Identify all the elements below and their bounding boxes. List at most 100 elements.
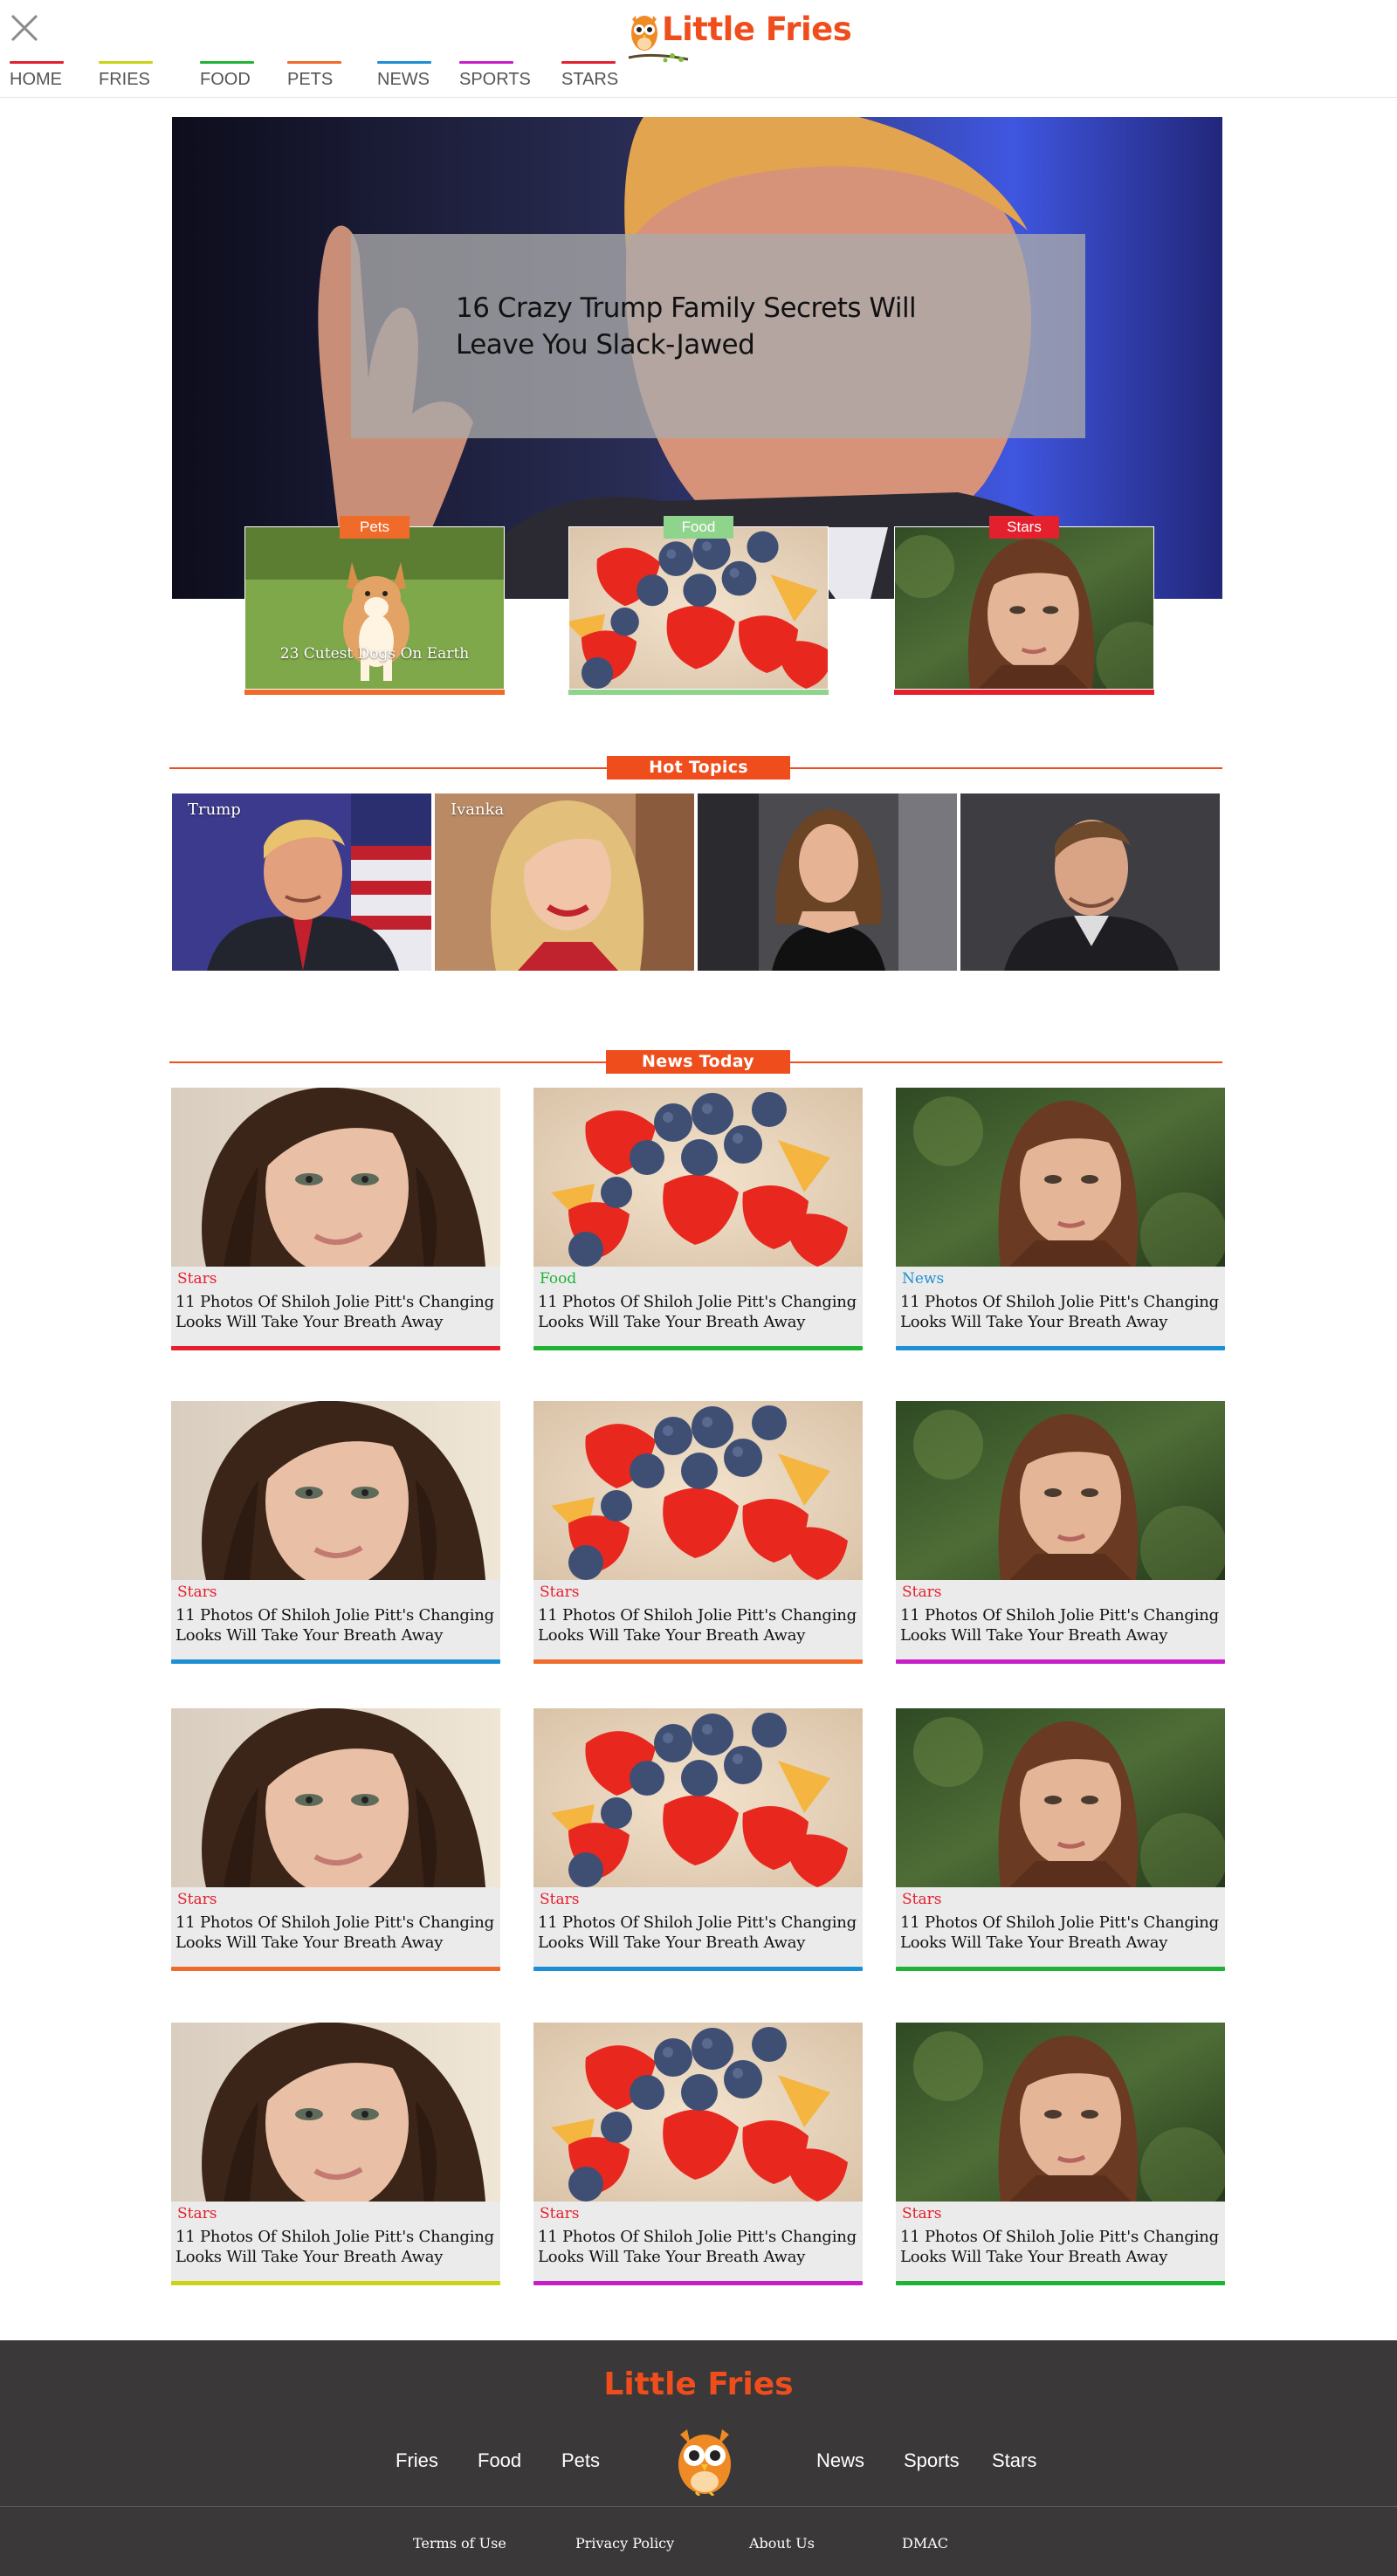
footer-link-pets[interactable]: Pets xyxy=(561,2449,600,2472)
news-card-image xyxy=(896,1708,1225,1887)
news-card[interactable]: Stars 11 Photos Of Shiloh Jolie Pitt's Ch… xyxy=(533,1401,863,1664)
news-card[interactable]: News 11 Photos Of Shiloh Jolie Pitt's Cha… xyxy=(896,1088,1225,1350)
corgi-photo xyxy=(245,527,504,689)
news-card[interactable]: Stars 11 Photos Of Shiloh Jolie Pitt's Ch… xyxy=(171,1088,500,1350)
news-card-category[interactable]: Stars xyxy=(177,1891,217,1908)
topic-actress[interactable] xyxy=(698,793,957,971)
woman-portrait-photo xyxy=(895,527,1153,689)
news-card-category[interactable]: News xyxy=(902,1270,944,1288)
featured-image xyxy=(569,527,828,689)
nav-pets[interactable]: PETS xyxy=(287,61,341,89)
news-photo xyxy=(533,1708,863,1887)
news-card-category[interactable]: Stars xyxy=(177,1583,217,1601)
featured-tag[interactable]: Pets xyxy=(340,516,409,539)
featured-underline xyxy=(568,690,829,695)
news-card-image xyxy=(171,1401,500,1580)
news-card-title[interactable]: 11 Photos Of Shiloh Jolie Pitt's Changin… xyxy=(900,2227,1223,2267)
news-card-title[interactable]: 11 Photos Of Shiloh Jolie Pitt's Changin… xyxy=(538,1913,861,1953)
nav-pets-label: PETS xyxy=(287,70,334,89)
footer-link-fries[interactable]: Fries xyxy=(396,2449,438,2472)
news-card-title[interactable]: 11 Photos Of Shiloh Jolie Pitt's Changin… xyxy=(900,1605,1223,1645)
nav-pets-underline xyxy=(287,61,341,64)
news-card[interactable]: Stars 11 Photos Of Shiloh Jolie Pitt's Ch… xyxy=(896,1401,1225,1664)
news-card-category[interactable]: Stars xyxy=(540,2205,579,2222)
news-card-image xyxy=(171,1708,500,1887)
trump-photo xyxy=(172,793,431,971)
footer-link-news[interactable]: News xyxy=(816,2449,864,2472)
news-card-image xyxy=(896,2023,1225,2202)
news-card[interactable]: Food 11 Photos Of Shiloh Jolie Pitt's Cha… xyxy=(533,1088,863,1350)
news-card-title[interactable]: 11 Photos Of Shiloh Jolie Pitt's Changin… xyxy=(538,1292,861,1332)
news-card[interactable]: Stars 11 Photos Of Shiloh Jolie Pitt's Ch… xyxy=(171,1708,500,1971)
news-card-title[interactable]: 11 Photos Of Shiloh Jolie Pitt's Changin… xyxy=(175,2227,499,2267)
close-icon[interactable] xyxy=(9,12,40,44)
news-card-category[interactable]: Stars xyxy=(540,1891,579,1908)
nav-news-label: NEWS xyxy=(377,70,430,89)
topic-label: Ivanka xyxy=(451,800,505,819)
hero-title[interactable]: 16 Crazy Trump Family Secrets Will Leave… xyxy=(456,290,945,363)
news-card-category[interactable]: Stars xyxy=(177,1270,217,1288)
news-card-title[interactable]: 11 Photos Of Shiloh Jolie Pitt's Changin… xyxy=(900,1913,1223,1953)
news-card-category[interactable]: Food xyxy=(540,1270,576,1288)
news-card-underline xyxy=(171,1346,500,1350)
news-card[interactable]: Stars 11 Photos Of Shiloh Jolie Pitt's Ch… xyxy=(896,2023,1225,2285)
news-card[interactable]: Stars 11 Photos Of Shiloh Jolie Pitt's Ch… xyxy=(533,1708,863,1971)
footer-dmac-link[interactable]: DMAC xyxy=(902,2535,948,2552)
news-photo xyxy=(171,2023,500,2202)
footer-terms-link[interactable]: Terms of Use xyxy=(413,2535,506,2552)
nav-fries[interactable]: FRIES xyxy=(99,61,153,89)
news-card-category[interactable]: Stars xyxy=(902,1891,941,1908)
site-header: Little Fries HOME FRIES FOOD PETS NEWS S… xyxy=(0,0,1397,98)
nav-home[interactable]: HOME xyxy=(10,61,64,89)
featured-underline xyxy=(894,690,1154,695)
news-card-category[interactable]: Stars xyxy=(902,1583,941,1601)
news-card-underline xyxy=(533,1659,863,1664)
owl-mascot-icon xyxy=(678,2429,731,2496)
news-card-underline xyxy=(896,2281,1225,2285)
topic-ivanka[interactable]: Ivanka xyxy=(435,793,694,971)
news-photo xyxy=(533,1088,863,1267)
news-card-title[interactable]: 11 Photos Of Shiloh Jolie Pitt's Changin… xyxy=(175,1605,499,1645)
footer-link-sports[interactable]: Sports xyxy=(904,2449,960,2472)
news-card-underline xyxy=(171,2281,500,2285)
footer-privacy-link[interactable]: Privacy Policy xyxy=(575,2535,674,2552)
news-card-title[interactable]: 11 Photos Of Shiloh Jolie Pitt's Changin… xyxy=(175,1292,499,1332)
featured-card-pets[interactable]: 23 Cutest Dogs On Earth Pets xyxy=(244,516,505,695)
footer-about-link[interactable]: About Us xyxy=(749,2535,815,2552)
news-card-underline xyxy=(171,1967,500,1971)
nav-stars-underline xyxy=(561,61,616,64)
nav-stars-label: STARS xyxy=(561,70,619,89)
featured-card-stars[interactable]: Stars xyxy=(894,516,1154,695)
featured-tag[interactable]: Stars xyxy=(989,516,1059,539)
news-card-title[interactable]: 11 Photos Of Shiloh Jolie Pitt's Changin… xyxy=(538,2227,861,2267)
news-card[interactable]: Stars 11 Photos Of Shiloh Jolie Pitt's Ch… xyxy=(171,2023,500,2285)
news-card[interactable]: Stars 11 Photos Of Shiloh Jolie Pitt's Ch… xyxy=(896,1708,1225,1971)
nav-sports-label: SPORTS xyxy=(459,70,531,89)
news-card-image xyxy=(171,1088,500,1267)
topic-actor[interactable] xyxy=(960,793,1220,971)
actor-photo xyxy=(960,793,1220,971)
nav-news-underline xyxy=(377,61,431,64)
news-card-title[interactable]: 11 Photos Of Shiloh Jolie Pitt's Changin… xyxy=(175,1913,499,1953)
footer-link-stars[interactable]: Stars xyxy=(992,2449,1036,2472)
news-card-category[interactable]: Stars xyxy=(177,2205,217,2222)
nav-sports[interactable]: SPORTS xyxy=(459,61,534,89)
news-card-category[interactable]: Stars xyxy=(902,2205,941,2222)
news-card-title[interactable]: 11 Photos Of Shiloh Jolie Pitt's Changin… xyxy=(538,1605,861,1645)
nav-stars[interactable]: STARS xyxy=(561,61,623,89)
news-card[interactable]: Stars 11 Photos Of Shiloh Jolie Pitt's Ch… xyxy=(171,1401,500,1664)
hero-caption[interactable]: 16 Crazy Trump Family Secrets Will Leave… xyxy=(351,234,1085,438)
hot-topics-heading: Hot Topics xyxy=(607,756,790,780)
featured-card-food[interactable]: Food xyxy=(568,516,829,695)
topic-trump[interactable]: Trump xyxy=(172,793,431,971)
nav-news[interactable]: NEWS xyxy=(377,61,431,89)
nav-fries-label: FRIES xyxy=(99,70,150,89)
nav-food[interactable]: FOOD xyxy=(200,61,254,89)
footer-link-food[interactable]: Food xyxy=(478,2449,521,2472)
footer-brand[interactable]: Little Fries xyxy=(0,2366,1397,2402)
actress-photo xyxy=(698,793,957,971)
news-card-title[interactable]: 11 Photos Of Shiloh Jolie Pitt's Changin… xyxy=(900,1292,1223,1332)
news-card[interactable]: Stars 11 Photos Of Shiloh Jolie Pitt's Ch… xyxy=(533,2023,863,2285)
news-card-category[interactable]: Stars xyxy=(540,1583,579,1601)
featured-tag[interactable]: Food xyxy=(664,516,733,539)
